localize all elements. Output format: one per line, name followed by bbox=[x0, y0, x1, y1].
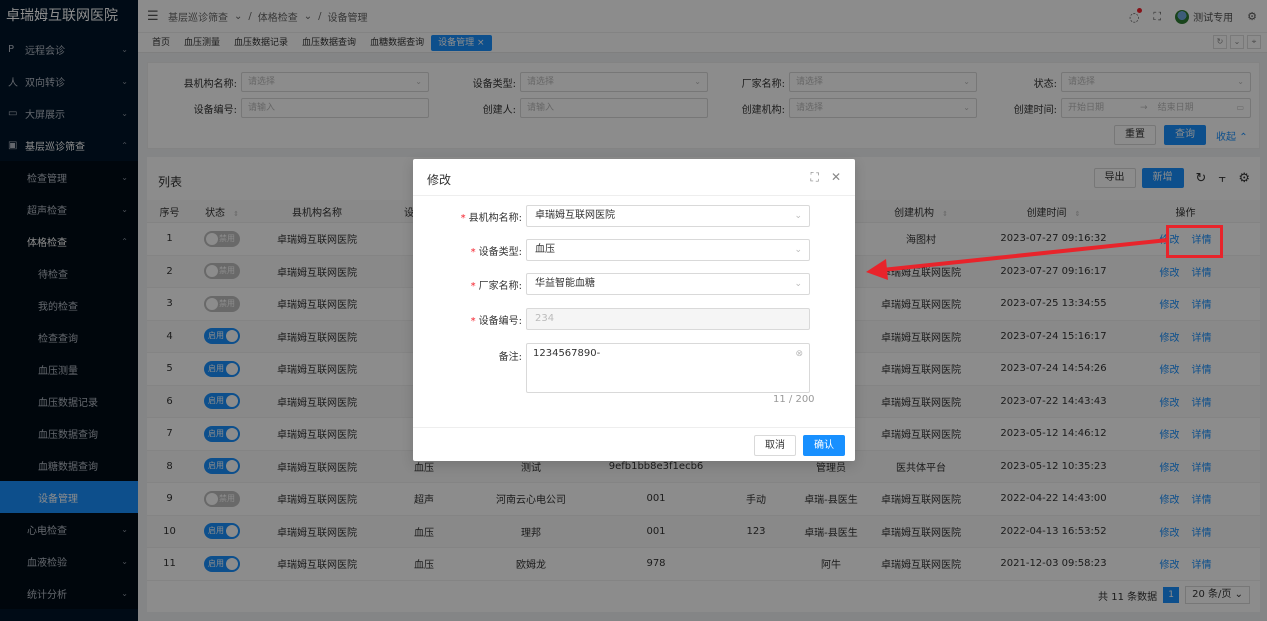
required-mark: * bbox=[460, 212, 466, 224]
required-mark: * bbox=[470, 246, 476, 258]
chevron-down-icon: ⌄ bbox=[794, 279, 802, 289]
device-type-select[interactable]: 血压 ⌄ bbox=[526, 239, 810, 261]
chevron-down-icon: ⌄ bbox=[794, 245, 802, 255]
annotation-highlight-box bbox=[1166, 225, 1223, 258]
clear-icon[interactable]: ⊗ bbox=[795, 349, 803, 359]
org-select[interactable]: 卓瑞姆互联网医院 ⌄ bbox=[526, 205, 810, 227]
modal-field-vendor: * 厂家名称: 华益智能血糖 ⌄ bbox=[413, 273, 810, 295]
close-icon[interactable]: ✕ bbox=[831, 170, 841, 185]
field-label: * 县机构名称: bbox=[413, 209, 526, 224]
modal-field-type: * 设备类型: 血压 ⌄ bbox=[413, 239, 810, 261]
modal-actions: 取消 确认 bbox=[754, 435, 845, 456]
select-value: 血压 bbox=[535, 244, 555, 255]
label-text: 县机构名称: bbox=[468, 212, 522, 224]
vendor-select[interactable]: 华益智能血糖 ⌄ bbox=[526, 273, 810, 295]
modal-header: 修改 ⛶ ✕ bbox=[413, 159, 855, 196]
modal-title: 修改 bbox=[427, 173, 452, 187]
modal-field-code: * 设备编号: 234 bbox=[413, 308, 810, 330]
select-value: 卓瑞姆互联网医院 bbox=[535, 210, 615, 221]
field-label: * 设备编号: bbox=[413, 312, 526, 327]
field-label: 备注: bbox=[498, 352, 522, 363]
chevron-down-icon: ⌄ bbox=[794, 211, 802, 221]
fullscreen-icon[interactable]: ⛶ bbox=[811, 170, 819, 185]
modal-field-note: 备注: 1234567890- ⊗ bbox=[413, 343, 810, 393]
modal-footer: 取消 确认 bbox=[413, 427, 855, 461]
field-label: * 设备类型: bbox=[413, 243, 526, 258]
label-text: 设备类型: bbox=[478, 246, 522, 258]
confirm-button[interactable]: 确认 bbox=[803, 435, 845, 456]
char-count: 11 / 200 bbox=[773, 394, 815, 405]
label-text: 设备编号: bbox=[478, 315, 522, 327]
device-code-input: 234 bbox=[526, 308, 810, 330]
input-value: 234 bbox=[535, 313, 555, 324]
cancel-button[interactable]: 取消 bbox=[754, 435, 796, 456]
modal-controls: ⛶ ✕ bbox=[811, 170, 841, 185]
note-textarea[interactable]: 1234567890- ⊗ bbox=[526, 343, 810, 393]
field-label: * 厂家名称: bbox=[413, 277, 526, 292]
required-mark: * bbox=[470, 315, 476, 327]
modal-field-org: * 县机构名称: 卓瑞姆互联网医院 ⌄ bbox=[413, 205, 810, 227]
edit-modal: 修改 ⛶ ✕ * 县机构名称: 卓瑞姆互联网医院 ⌄ * 设备类型: 血压 ⌄ * 厂家名… bbox=[413, 159, 855, 461]
label-text: 厂家名称: bbox=[478, 280, 522, 292]
required-mark: * bbox=[470, 280, 476, 292]
select-value: 华益智能血糖 bbox=[535, 278, 595, 289]
textarea-value: 1234567890- bbox=[533, 348, 601, 359]
